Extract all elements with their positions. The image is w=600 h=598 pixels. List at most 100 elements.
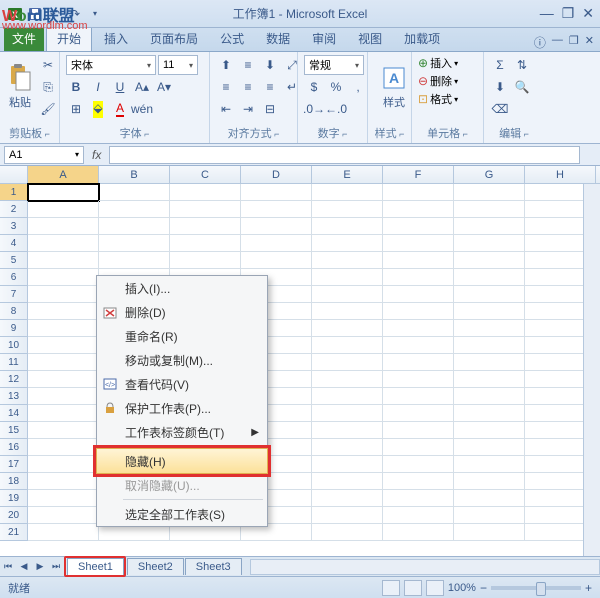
row-header[interactable]: 13 [0, 388, 28, 405]
insert-cells-button[interactable]: ⊕插入▾ [418, 55, 458, 71]
close-icon[interactable]: ✕ [582, 5, 594, 22]
inc-decimal-icon[interactable]: .0→ [304, 99, 324, 119]
cell[interactable] [28, 490, 99, 507]
col-header-f[interactable]: F [383, 166, 454, 183]
row-header[interactable]: 4 [0, 235, 28, 252]
cell[interactable] [312, 473, 383, 490]
menu-tab-color[interactable]: 工作表标签颜色(T)▶ [97, 420, 267, 444]
menu-insert[interactable]: 插入(I)... [97, 276, 267, 300]
fx-icon[interactable]: fx [92, 148, 101, 162]
align-right-icon[interactable]: ≡ [260, 77, 280, 97]
indent-dec-icon[interactable]: ⇤ [216, 99, 236, 119]
tab-data[interactable]: 数据 [256, 26, 300, 51]
cell[interactable] [454, 337, 525, 354]
vertical-scrollbar[interactable] [583, 184, 600, 556]
row-header[interactable]: 20 [0, 507, 28, 524]
ribbon-restore-icon[interactable]: ❐ [569, 34, 579, 51]
cell[interactable] [99, 184, 170, 201]
cell[interactable] [454, 286, 525, 303]
cell[interactable] [28, 354, 99, 371]
cell[interactable] [383, 320, 454, 337]
menu-hide[interactable]: 隐藏(H) [96, 448, 268, 474]
help-icon[interactable]: ⓘ [534, 34, 546, 51]
align-middle-icon[interactable]: ≡ [238, 55, 258, 75]
cell[interactable] [28, 184, 99, 201]
cell[interactable] [454, 303, 525, 320]
row-header[interactable]: 14 [0, 405, 28, 422]
cell[interactable] [383, 507, 454, 524]
format-painter-icon[interactable]: 🖌 [38, 99, 58, 119]
cell[interactable] [454, 405, 525, 422]
tab-layout[interactable]: 页面布局 [140, 26, 208, 51]
zoom-in-icon[interactable]: + [585, 581, 592, 595]
merge-icon[interactable]: ⊟ [260, 99, 280, 119]
cell[interactable] [383, 524, 454, 541]
cell[interactable] [28, 507, 99, 524]
row-header[interactable]: 21 [0, 524, 28, 541]
sort-icon[interactable]: ⇅ [512, 55, 532, 75]
format-cells-button[interactable]: ⊡格式▾ [418, 91, 458, 107]
sheet-nav-next-icon[interactable]: ▶ [32, 559, 48, 575]
row-header[interactable]: 18 [0, 473, 28, 490]
row-header[interactable]: 8 [0, 303, 28, 320]
font-size-combo[interactable]: 11▾ [158, 55, 198, 75]
cell[interactable] [170, 218, 241, 235]
cell[interactable] [454, 507, 525, 524]
cell[interactable] [383, 388, 454, 405]
menu-rename[interactable]: 重命名(R) [97, 324, 267, 348]
cell[interactable] [312, 405, 383, 422]
cell[interactable] [28, 201, 99, 218]
tab-formulas[interactable]: 公式 [210, 26, 254, 51]
cell[interactable] [170, 184, 241, 201]
row-header[interactable]: 16 [0, 439, 28, 456]
cell[interactable] [28, 320, 99, 337]
cell[interactable] [99, 252, 170, 269]
select-all-corner[interactable] [0, 166, 28, 183]
cell[interactable] [454, 320, 525, 337]
cell[interactable] [454, 439, 525, 456]
cell[interactable] [454, 218, 525, 235]
cell[interactable] [312, 235, 383, 252]
sheet-tab-2[interactable]: Sheet2 [127, 558, 184, 575]
tab-insert[interactable]: 插入 [94, 26, 138, 51]
cell[interactable] [28, 337, 99, 354]
cell[interactable] [28, 388, 99, 405]
cell[interactable] [312, 371, 383, 388]
cell[interactable] [454, 269, 525, 286]
indent-inc-icon[interactable]: ⇥ [238, 99, 258, 119]
row-header[interactable]: 3 [0, 218, 28, 235]
zoom-level[interactable]: 100% [448, 582, 476, 594]
row-header[interactable]: 1 [0, 184, 28, 201]
menu-move-copy[interactable]: 移动或复制(M)... [97, 348, 267, 372]
cell[interactable] [99, 201, 170, 218]
row-header[interactable]: 5 [0, 252, 28, 269]
cell[interactable] [28, 218, 99, 235]
cell[interactable] [28, 371, 99, 388]
cell[interactable] [28, 303, 99, 320]
cell[interactable] [454, 354, 525, 371]
row-header[interactable]: 19 [0, 490, 28, 507]
cell[interactable] [312, 252, 383, 269]
row-header[interactable]: 17 [0, 456, 28, 473]
cell[interactable] [28, 269, 99, 286]
row-header[interactable]: 2 [0, 201, 28, 218]
cell[interactable] [312, 524, 383, 541]
align-center-icon[interactable]: ≡ [238, 77, 258, 97]
menu-view-code[interactable]: </>查看代码(V) [97, 372, 267, 396]
cell[interactable] [383, 269, 454, 286]
cell[interactable] [454, 235, 525, 252]
cell[interactable] [454, 422, 525, 439]
row-header[interactable]: 15 [0, 422, 28, 439]
cell[interactable] [28, 235, 99, 252]
percent-icon[interactable]: % [326, 77, 346, 97]
formula-bar[interactable] [109, 146, 580, 164]
cell[interactable] [383, 235, 454, 252]
row-header[interactable]: 11 [0, 354, 28, 371]
cell[interactable] [454, 524, 525, 541]
sheet-nav-first-icon[interactable]: ⏮ [0, 559, 16, 575]
minimize-icon[interactable]: — [540, 5, 554, 22]
cell[interactable] [383, 473, 454, 490]
sheet-nav-prev-icon[interactable]: ◀ [16, 559, 32, 575]
cell[interactable] [312, 184, 383, 201]
cell[interactable] [383, 371, 454, 388]
